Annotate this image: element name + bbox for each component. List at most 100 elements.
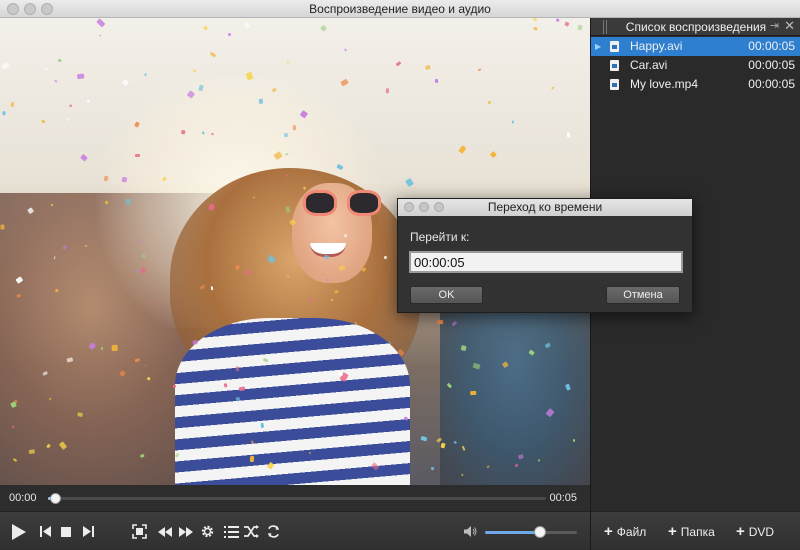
settings-gear-icon[interactable] bbox=[197, 512, 217, 550]
confetti-particle bbox=[239, 386, 246, 392]
volume-slider[interactable] bbox=[485, 526, 577, 538]
seek-row: 00:00 00:05 bbox=[0, 485, 590, 511]
confetti-particle bbox=[260, 422, 264, 428]
add-file-button[interactable]: + Файл bbox=[604, 512, 646, 550]
confetti-particle bbox=[41, 119, 45, 124]
confetti-particle bbox=[395, 60, 402, 67]
confetti-particle bbox=[283, 133, 288, 138]
confetti-particle bbox=[532, 18, 538, 23]
video-striped-shirt bbox=[175, 318, 410, 485]
confetti-particle bbox=[490, 151, 498, 159]
confetti-particle bbox=[424, 65, 431, 71]
cancel-button[interactable]: Отмена bbox=[606, 286, 680, 304]
plus-icon: + bbox=[604, 523, 613, 540]
confetti-particle bbox=[2, 110, 6, 116]
playlist-header: Список воспроизведения ⇥ ✕ bbox=[591, 18, 800, 36]
confetti-particle bbox=[1, 61, 10, 70]
playlist-footer: + Файл + Папка + DVD bbox=[591, 511, 800, 550]
next-icon[interactable] bbox=[79, 512, 97, 550]
confetti-particle bbox=[57, 58, 62, 62]
add-dvd-button[interactable]: + DVD bbox=[736, 512, 774, 550]
shuffle-icon[interactable] bbox=[242, 512, 262, 550]
confetti-particle bbox=[192, 68, 196, 73]
stop-icon[interactable] bbox=[57, 512, 75, 550]
volume-knob[interactable] bbox=[534, 526, 547, 538]
video-file-icon bbox=[610, 60, 619, 71]
confetti-particle bbox=[320, 24, 328, 32]
playlist-item-name: Happy.avi bbox=[630, 39, 683, 53]
previous-icon[interactable] bbox=[36, 512, 54, 550]
confetti-particle bbox=[67, 118, 70, 122]
confetti-particle bbox=[235, 396, 241, 402]
confetti-particle bbox=[44, 67, 48, 71]
playlist-row[interactable]: ▶ Happy.avi 00:00:05 bbox=[591, 37, 800, 56]
confetti-particle bbox=[436, 319, 444, 325]
playlist-row[interactable]: Car.avi 00:00:05 bbox=[591, 56, 800, 75]
goto-label: Перейти к: bbox=[410, 230, 470, 244]
confetti-particle bbox=[258, 99, 263, 105]
confetti-particle bbox=[54, 79, 58, 83]
seek-slider[interactable] bbox=[48, 493, 546, 504]
confetti-particle bbox=[430, 466, 434, 471]
playlist-item-name: My love.mp4 bbox=[630, 77, 699, 91]
confetti-particle bbox=[180, 129, 186, 135]
seek-knob[interactable] bbox=[49, 493, 61, 504]
pin-icon[interactable]: ⇥ bbox=[770, 19, 779, 32]
confetti-particle bbox=[477, 68, 482, 72]
confetti-particle bbox=[252, 196, 256, 199]
goto-time-dialog: Переход ко времени Перейти к: OK Отмена bbox=[397, 198, 693, 313]
confetti-particle bbox=[95, 18, 106, 29]
fullscreen-icon[interactable] bbox=[129, 512, 149, 550]
now-playing-icon: ▶ bbox=[595, 42, 602, 51]
confetti-particle bbox=[50, 203, 53, 206]
confetti-particle bbox=[344, 48, 348, 53]
confetti-particle bbox=[100, 346, 104, 350]
window-minimize-button[interactable] bbox=[24, 3, 36, 15]
confetti-particle bbox=[121, 176, 128, 183]
playlist-item-duration: 00:00:05 bbox=[748, 58, 795, 72]
confetti-particle bbox=[420, 435, 428, 442]
add-folder-button[interactable]: + Папка bbox=[668, 512, 715, 550]
dialog-zoom-button bbox=[434, 202, 444, 212]
confetti-particle bbox=[134, 154, 140, 158]
playlist-row[interactable]: My love.mp4 00:00:05 bbox=[591, 75, 800, 94]
confetti-particle bbox=[245, 271, 251, 275]
current-time: 00:00 bbox=[9, 492, 37, 504]
confetti-particle bbox=[577, 24, 583, 32]
confetti-particle bbox=[514, 463, 518, 467]
confetti-particle bbox=[77, 73, 85, 80]
confetti-particle bbox=[125, 198, 131, 206]
confetti-particle bbox=[202, 25, 208, 32]
playlist-toggle-icon[interactable] bbox=[221, 512, 241, 550]
video-file-icon bbox=[610, 41, 619, 52]
window-title: Воспроизведение видео и аудио bbox=[309, 2, 491, 16]
close-icon[interactable]: ✕ bbox=[784, 18, 795, 34]
confetti-particle bbox=[249, 455, 255, 462]
time-input[interactable] bbox=[409, 251, 683, 273]
dialog-close-button[interactable] bbox=[404, 202, 414, 212]
confetti-particle bbox=[228, 32, 231, 36]
window-titlebar: Воспроизведение видео и аудио bbox=[0, 0, 800, 18]
fast-forward-icon[interactable] bbox=[176, 512, 196, 550]
repeat-icon[interactable] bbox=[263, 512, 283, 550]
confetti-particle bbox=[292, 125, 296, 131]
window-zoom-button[interactable] bbox=[41, 3, 53, 15]
video-sunglasses bbox=[303, 190, 383, 218]
total-duration: 00:05 bbox=[549, 492, 577, 504]
window-close-button[interactable] bbox=[7, 3, 19, 15]
playlist-item-duration: 00:00:05 bbox=[748, 39, 795, 53]
confetti-particle bbox=[458, 145, 466, 154]
confetti-particle bbox=[533, 26, 539, 31]
play-icon[interactable] bbox=[8, 512, 30, 550]
playlist-items: ▶ Happy.avi 00:00:05 Car.avi 00:00:05 My love… bbox=[591, 37, 800, 94]
rewind-icon[interactable] bbox=[155, 512, 175, 550]
volume-icon[interactable] bbox=[462, 512, 480, 550]
confetti-particle bbox=[243, 22, 251, 30]
confetti-particle bbox=[566, 131, 571, 137]
confetti-particle bbox=[555, 18, 560, 22]
confetti-particle bbox=[405, 178, 415, 187]
dialog-titlebar: Переход ко времени bbox=[398, 199, 692, 216]
confetti-particle bbox=[487, 101, 491, 106]
confetti-particle bbox=[144, 73, 147, 77]
ok-button[interactable]: OK bbox=[410, 286, 483, 304]
